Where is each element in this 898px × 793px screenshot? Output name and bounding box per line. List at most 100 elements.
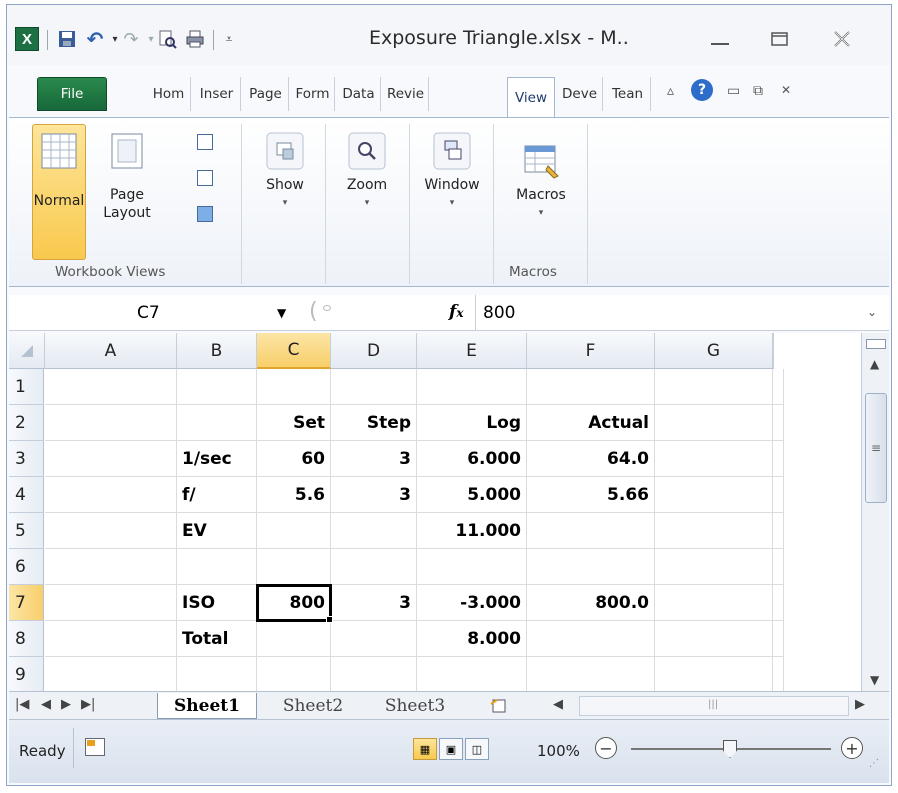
table-cell[interactable] bbox=[655, 477, 773, 513]
row-header[interactable]: 3 bbox=[9, 441, 44, 477]
table-cell[interactable] bbox=[417, 549, 527, 585]
table-cell[interactable]: 1/sec bbox=[177, 441, 257, 477]
table-cell[interactable] bbox=[655, 405, 773, 441]
tab-home[interactable]: Hom bbox=[147, 77, 191, 111]
hscroll-left-icon[interactable]: ◀ bbox=[553, 697, 563, 712]
table-cell[interactable] bbox=[257, 621, 331, 657]
normal-view-button[interactable]: Normal bbox=[32, 132, 86, 210]
tab-page-layout[interactable]: Page bbox=[243, 77, 289, 111]
zoom-button[interactable]: Zoom ▾ bbox=[335, 132, 399, 212]
page-break-status-icon[interactable]: ◫ bbox=[465, 738, 489, 760]
sheet-tab-sheet1[interactable]: Sheet1 bbox=[157, 693, 257, 719]
table-cell[interactable]: 8.000 bbox=[417, 621, 527, 657]
minimize-button[interactable] bbox=[703, 25, 737, 53]
table-cell[interactable] bbox=[45, 441, 177, 477]
table-cell[interactable] bbox=[527, 621, 655, 657]
tab-file[interactable]: File bbox=[37, 77, 107, 111]
table-cell[interactable]: -3.000 bbox=[417, 585, 527, 621]
zoom-out-icon[interactable]: − bbox=[595, 737, 617, 759]
table-cell[interactable]: f/ bbox=[177, 477, 257, 513]
insert-sheet-icon[interactable] bbox=[479, 693, 519, 719]
tab-formulas[interactable]: Form bbox=[291, 77, 335, 111]
table-cell[interactable] bbox=[45, 513, 177, 549]
table-cell[interactable] bbox=[45, 405, 177, 441]
fill-handle[interactable] bbox=[326, 616, 333, 623]
table-cell[interactable]: Log bbox=[417, 405, 527, 441]
custom-views-icon[interactable] bbox=[197, 170, 213, 186]
table-cell[interactable] bbox=[45, 369, 177, 405]
table-cell[interactable] bbox=[773, 549, 784, 585]
table-cell[interactable]: Set bbox=[257, 405, 331, 441]
excel-logo-icon[interactable]: X bbox=[15, 27, 39, 51]
prev-sheet-icon[interactable]: ◀ bbox=[41, 697, 51, 712]
table-cell[interactable] bbox=[257, 657, 331, 691]
table-cell[interactable]: 5.6 bbox=[257, 477, 331, 513]
tab-view[interactable]: View bbox=[507, 77, 555, 117]
table-cell[interactable]: ISO bbox=[177, 585, 257, 621]
row-header[interactable]: 7 bbox=[9, 585, 44, 621]
table-cell[interactable]: 3 bbox=[331, 441, 417, 477]
formula-bar-divider-icon[interactable]: ( bbox=[309, 299, 318, 324]
table-cell[interactable] bbox=[177, 405, 257, 441]
tab-insert[interactable]: Inser bbox=[193, 77, 241, 111]
show-button[interactable]: Show ▾ bbox=[255, 132, 315, 212]
row-header[interactable]: 5 bbox=[9, 513, 44, 549]
table-cell[interactable] bbox=[773, 621, 784, 657]
table-cell[interactable] bbox=[527, 369, 655, 405]
page-break-preview-icon[interactable] bbox=[197, 134, 213, 150]
tab-developer[interactable]: Deve bbox=[557, 77, 603, 111]
table-cell[interactable] bbox=[257, 549, 331, 585]
column-header-a[interactable]: A bbox=[45, 333, 177, 369]
sheet-tab-sheet2[interactable]: Sheet2 bbox=[267, 693, 359, 719]
table-cell[interactable] bbox=[773, 585, 784, 621]
table-cell[interactable] bbox=[773, 405, 784, 441]
table-cell[interactable] bbox=[655, 585, 773, 621]
table-cell[interactable] bbox=[527, 549, 655, 585]
table-cell[interactable] bbox=[257, 369, 331, 405]
row-header[interactable]: 8 bbox=[9, 621, 44, 657]
workbook-close-icon[interactable]: ✕ bbox=[781, 83, 791, 97]
table-cell[interactable]: Total bbox=[177, 621, 257, 657]
table-cell[interactable] bbox=[331, 621, 417, 657]
table-cell[interactable]: 5.000 bbox=[417, 477, 527, 513]
last-sheet-icon[interactable]: ▶| bbox=[81, 697, 95, 712]
active-cell[interactable]: 800 bbox=[256, 584, 332, 622]
table-cell[interactable]: 6.000 bbox=[417, 441, 527, 477]
tab-team[interactable]: Tean bbox=[605, 77, 651, 111]
customize-qat-icon[interactable]: ⩡ bbox=[217, 27, 241, 51]
table-cell[interactable]: 800.0 bbox=[527, 585, 655, 621]
column-header-f[interactable]: F bbox=[527, 333, 655, 369]
macro-recording-icon[interactable] bbox=[85, 738, 105, 756]
scroll-down-icon[interactable]: ▼ bbox=[870, 673, 879, 687]
zoom-level[interactable]: 100% bbox=[537, 742, 580, 760]
select-all-corner[interactable] bbox=[9, 333, 45, 369]
vertical-scroll-thumb[interactable]: ≡ bbox=[865, 393, 887, 503]
table-cell[interactable] bbox=[773, 657, 784, 691]
table-cell[interactable] bbox=[773, 441, 784, 477]
table-cell[interactable] bbox=[655, 657, 773, 691]
normal-view-status-icon[interactable]: ▦ bbox=[413, 738, 437, 760]
table-cell[interactable] bbox=[655, 441, 773, 477]
table-cell[interactable] bbox=[45, 549, 177, 585]
table-cell[interactable] bbox=[45, 621, 177, 657]
column-header-d[interactable]: D bbox=[331, 333, 417, 369]
table-cell[interactable] bbox=[177, 657, 257, 691]
table-cell[interactable] bbox=[177, 549, 257, 585]
table-cell[interactable] bbox=[331, 657, 417, 691]
table-cell[interactable]: Step bbox=[331, 405, 417, 441]
full-screen-icon[interactable] bbox=[197, 206, 213, 222]
horizontal-scrollbar[interactable]: ||| bbox=[579, 696, 849, 716]
table-cell[interactable] bbox=[655, 369, 773, 405]
table-cell[interactable] bbox=[331, 549, 417, 585]
column-header[interactable] bbox=[773, 333, 774, 369]
table-cell[interactable] bbox=[655, 549, 773, 585]
close-button[interactable] bbox=[825, 25, 859, 53]
name-box-dropdown-icon[interactable]: ▼ bbox=[277, 306, 286, 320]
column-header-b[interactable]: B bbox=[177, 333, 257, 369]
column-header-c[interactable]: C bbox=[257, 333, 331, 369]
table-cell[interactable]: Actual bbox=[527, 405, 655, 441]
table-cell[interactable] bbox=[527, 513, 655, 549]
row-header[interactable]: 4 bbox=[9, 477, 44, 513]
macros-button[interactable]: Macros ▾ bbox=[501, 142, 581, 222]
table-cell[interactable] bbox=[773, 513, 784, 549]
